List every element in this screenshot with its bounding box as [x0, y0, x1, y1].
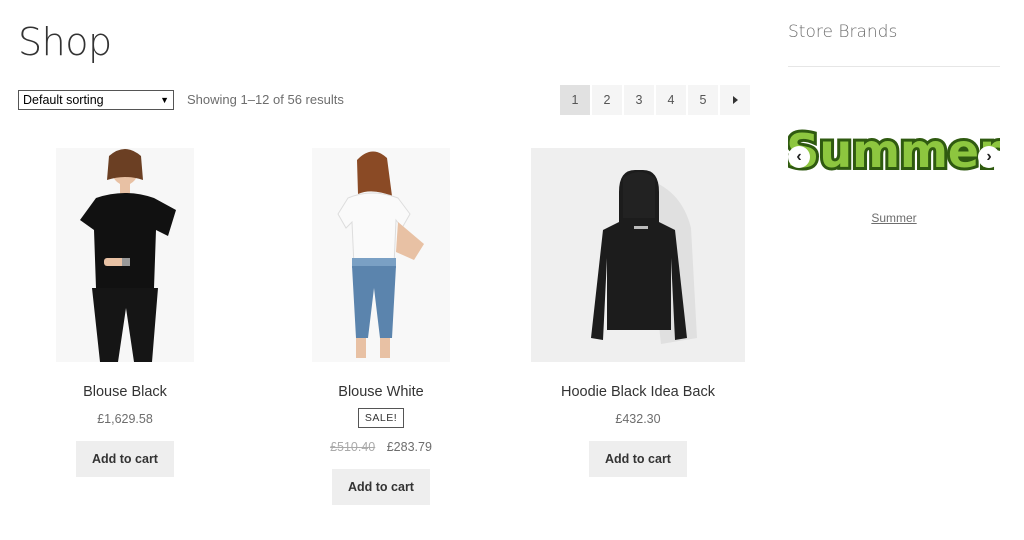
page-5-link[interactable]: 5 — [688, 85, 718, 115]
sort-select[interactable]: Default sorting ▼ — [18, 90, 174, 110]
chevron-left-icon: ‹ — [796, 148, 802, 165]
product-title[interactable]: Blouse White — [274, 384, 488, 400]
product-card: Hoodie Black Idea Back £432.30 Add to ca… — [531, 148, 745, 477]
brand-logo-text: Summer — [788, 124, 1000, 178]
pagination: 1 2 3 4 5 — [560, 85, 750, 115]
product-image[interactable] — [531, 148, 745, 362]
chevron-down-icon: ▼ — [160, 95, 169, 105]
page-4-link[interactable]: 4 — [656, 85, 686, 115]
add-to-cart-button[interactable]: Add to cart — [332, 469, 430, 505]
sidebar-title: Store Brands — [788, 22, 898, 42]
page-2-link[interactable]: 2 — [592, 85, 622, 115]
product-price: £1,629.58 — [18, 412, 232, 426]
product-price: £510.40 £283.79 — [274, 440, 488, 454]
add-to-cart-button[interactable]: Add to cart — [589, 441, 687, 477]
sale-badge: SALE! — [357, 408, 405, 428]
product-card: Blouse Black £1,629.58 Add to cart — [18, 148, 232, 477]
product-card: Blouse White SALE! £510.40 £283.79 Add t… — [274, 148, 488, 505]
current-price: £432.30 — [615, 412, 661, 426]
sidebar-divider — [788, 66, 1000, 67]
chevron-right-icon — [732, 96, 738, 104]
product-title[interactable]: Blouse Black — [18, 384, 232, 400]
next-page-button[interactable] — [720, 85, 750, 115]
page-title: Shop — [18, 20, 112, 64]
brand-link[interactable]: Summer — [788, 211, 1000, 225]
add-to-cart-button[interactable]: Add to cart — [76, 441, 174, 477]
product-title[interactable]: Hoodie Black Idea Back — [531, 384, 745, 400]
chevron-right-icon: › — [986, 148, 992, 165]
carousel-prev-button[interactable]: ‹ — [788, 146, 810, 168]
result-count: Showing 1–12 of 56 results — [187, 92, 344, 107]
old-price: £510.40 — [330, 440, 376, 454]
page-3-link[interactable]: 3 — [624, 85, 654, 115]
product-image[interactable] — [274, 148, 488, 362]
brand-logo[interactable]: Summer Summer — [788, 122, 1000, 182]
product-image[interactable] — [18, 148, 232, 362]
current-price: £283.79 — [386, 440, 432, 454]
carousel-next-button[interactable]: › — [978, 146, 1000, 168]
page-1-current: 1 — [560, 85, 590, 115]
product-price: £432.30 — [531, 412, 745, 426]
current-price: £1,629.58 — [97, 412, 153, 426]
sort-select-value: Default sorting — [23, 93, 104, 107]
brand-carousel: Summer Summer ‹ › — [788, 122, 1000, 182]
